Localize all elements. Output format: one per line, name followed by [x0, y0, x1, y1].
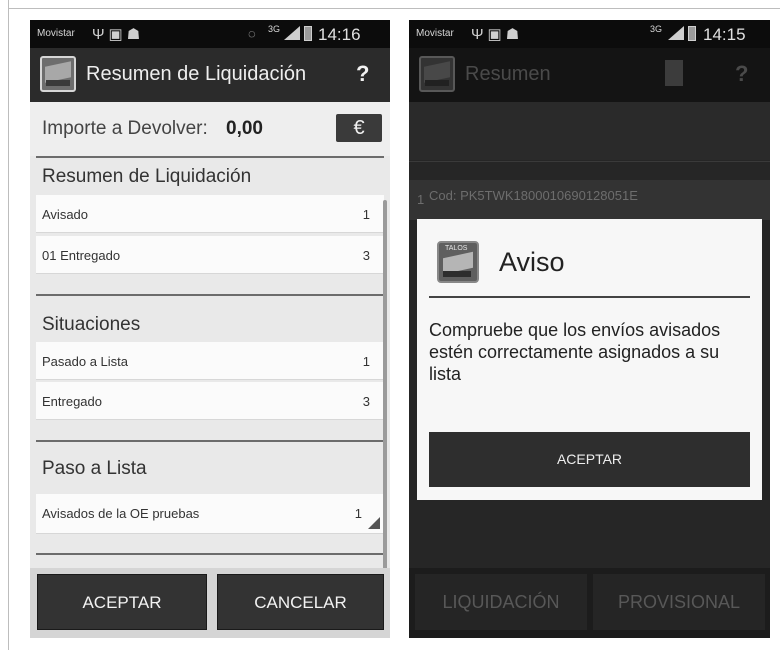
status-time: 14:15	[703, 25, 746, 44]
dialog-divider	[429, 296, 750, 298]
action-bar: Resumen ?	[409, 48, 770, 102]
amount-row: Importe a Devolver: 0,00 €	[30, 102, 390, 156]
app-icon[interactable]	[419, 56, 455, 92]
dialog-accept-button[interactable]: ACEPTAR	[429, 432, 750, 487]
section-header-resumen: Resumen de Liquidación	[42, 166, 252, 187]
status-bar: Movistar Ψ▣☗ ◌ 3G 14:16	[30, 20, 390, 48]
usb-icon: Ψ	[471, 26, 488, 43]
amount-label: Importe a Devolver:	[42, 118, 208, 139]
network-type: 3G	[268, 24, 281, 34]
section-header-paso-lista: Paso a Lista	[42, 458, 147, 479]
status-time: 14:16	[318, 25, 361, 44]
page-title: Resumen de Liquidación	[86, 63, 307, 85]
scrollbar[interactable]	[383, 200, 387, 580]
android-icon: ☗	[126, 26, 145, 43]
document-icon[interactable]	[665, 60, 683, 86]
carrier-label: Movistar	[37, 28, 75, 39]
row-count: 1	[362, 207, 370, 222]
frame-border	[8, 0, 9, 650]
left-phone-screen: Movistar Ψ▣☗ ◌ 3G 14:16 Resumen de Liqui…	[30, 20, 390, 638]
android-icon: ☗	[505, 26, 524, 43]
battery-icon	[304, 26, 312, 41]
amount-value: 0,00	[226, 118, 263, 139]
row-label: Pasado a Lista	[42, 354, 129, 369]
liquidacion-button[interactable]: LIQUIDACIÓN	[415, 574, 587, 630]
battery-icon	[688, 26, 696, 41]
section-divider	[36, 553, 384, 555]
network-type: 3G	[650, 24, 663, 34]
status-bar: Movistar Ψ▣☗ 3G 14:15	[409, 20, 770, 48]
app-logo-icon: TALOS	[437, 241, 479, 283]
image-icon: ▣	[108, 26, 127, 43]
list-item[interactable]: 01 Entregado 3	[36, 236, 384, 274]
row-count: 1	[354, 506, 362, 521]
usb-icon: Ψ	[92, 26, 109, 43]
provisional-button[interactable]: PROVISIONAL	[593, 574, 765, 630]
row-label: Avisados de la OE pruebas	[42, 506, 200, 521]
carrier-label: Movistar	[416, 28, 454, 39]
accept-button[interactable]: ACEPTAR	[37, 574, 207, 630]
row-count: 1	[362, 354, 370, 369]
background-item-index: 1	[417, 192, 425, 207]
row-count: 3	[362, 248, 370, 263]
row-count: 3	[362, 394, 370, 409]
frame-border	[8, 8, 780, 9]
row-label: 01 Entregado	[42, 248, 121, 263]
image-icon: ▣	[487, 26, 506, 43]
dialog-message: Compruebe que los envíos avisados estén …	[429, 320, 721, 384]
background-item-code: Cod: PK5TWK1800010690128051E	[429, 188, 638, 203]
row-label: Avisado	[42, 207, 89, 222]
list-item[interactable]: Pasado a Lista 1	[36, 342, 384, 380]
signal-icon	[668, 26, 684, 40]
notification-icons: Ψ▣☗	[92, 25, 144, 43]
list-item[interactable]: Avisado 1	[36, 195, 384, 233]
dropdown-corner-icon	[368, 517, 380, 529]
row-label: Entregado	[42, 394, 102, 409]
section-divider	[36, 440, 384, 442]
dialog-title: Aviso	[499, 247, 565, 277]
background-panel	[409, 102, 770, 160]
help-icon[interactable]: ?	[356, 61, 369, 87]
page-title: Resumen	[465, 63, 551, 85]
app-icon[interactable]	[40, 56, 76, 92]
signal-icon	[284, 26, 300, 40]
action-bar: Resumen de Liquidación ?	[30, 48, 390, 102]
app-logo-label: TALOS	[445, 245, 468, 252]
button-bar: ACEPTAR CANCELAR	[30, 568, 390, 638]
section-divider	[36, 294, 384, 296]
alert-dialog: TALOS Aviso Compruebe que los envíos avi…	[417, 219, 762, 500]
background-divider	[409, 161, 770, 162]
right-phone-screen: Movistar Ψ▣☗ 3G 14:15 Resumen ? 1 Cod: P…	[409, 20, 770, 638]
cancel-button[interactable]: CANCELAR	[217, 574, 384, 630]
help-icon[interactable]: ?	[735, 61, 748, 87]
notification-icons: Ψ▣☗	[471, 25, 523, 43]
section-divider	[36, 156, 384, 158]
list-item[interactable]: Entregado 3	[36, 382, 384, 420]
sync-icon: ◌	[248, 26, 260, 41]
section-header-situaciones: Situaciones	[42, 314, 141, 335]
list-item[interactable]: Avisados de la OE pruebas 1	[36, 494, 384, 534]
button-bar: LIQUIDACIÓN PROVISIONAL	[409, 568, 770, 638]
currency-button[interactable]: €	[336, 114, 382, 142]
